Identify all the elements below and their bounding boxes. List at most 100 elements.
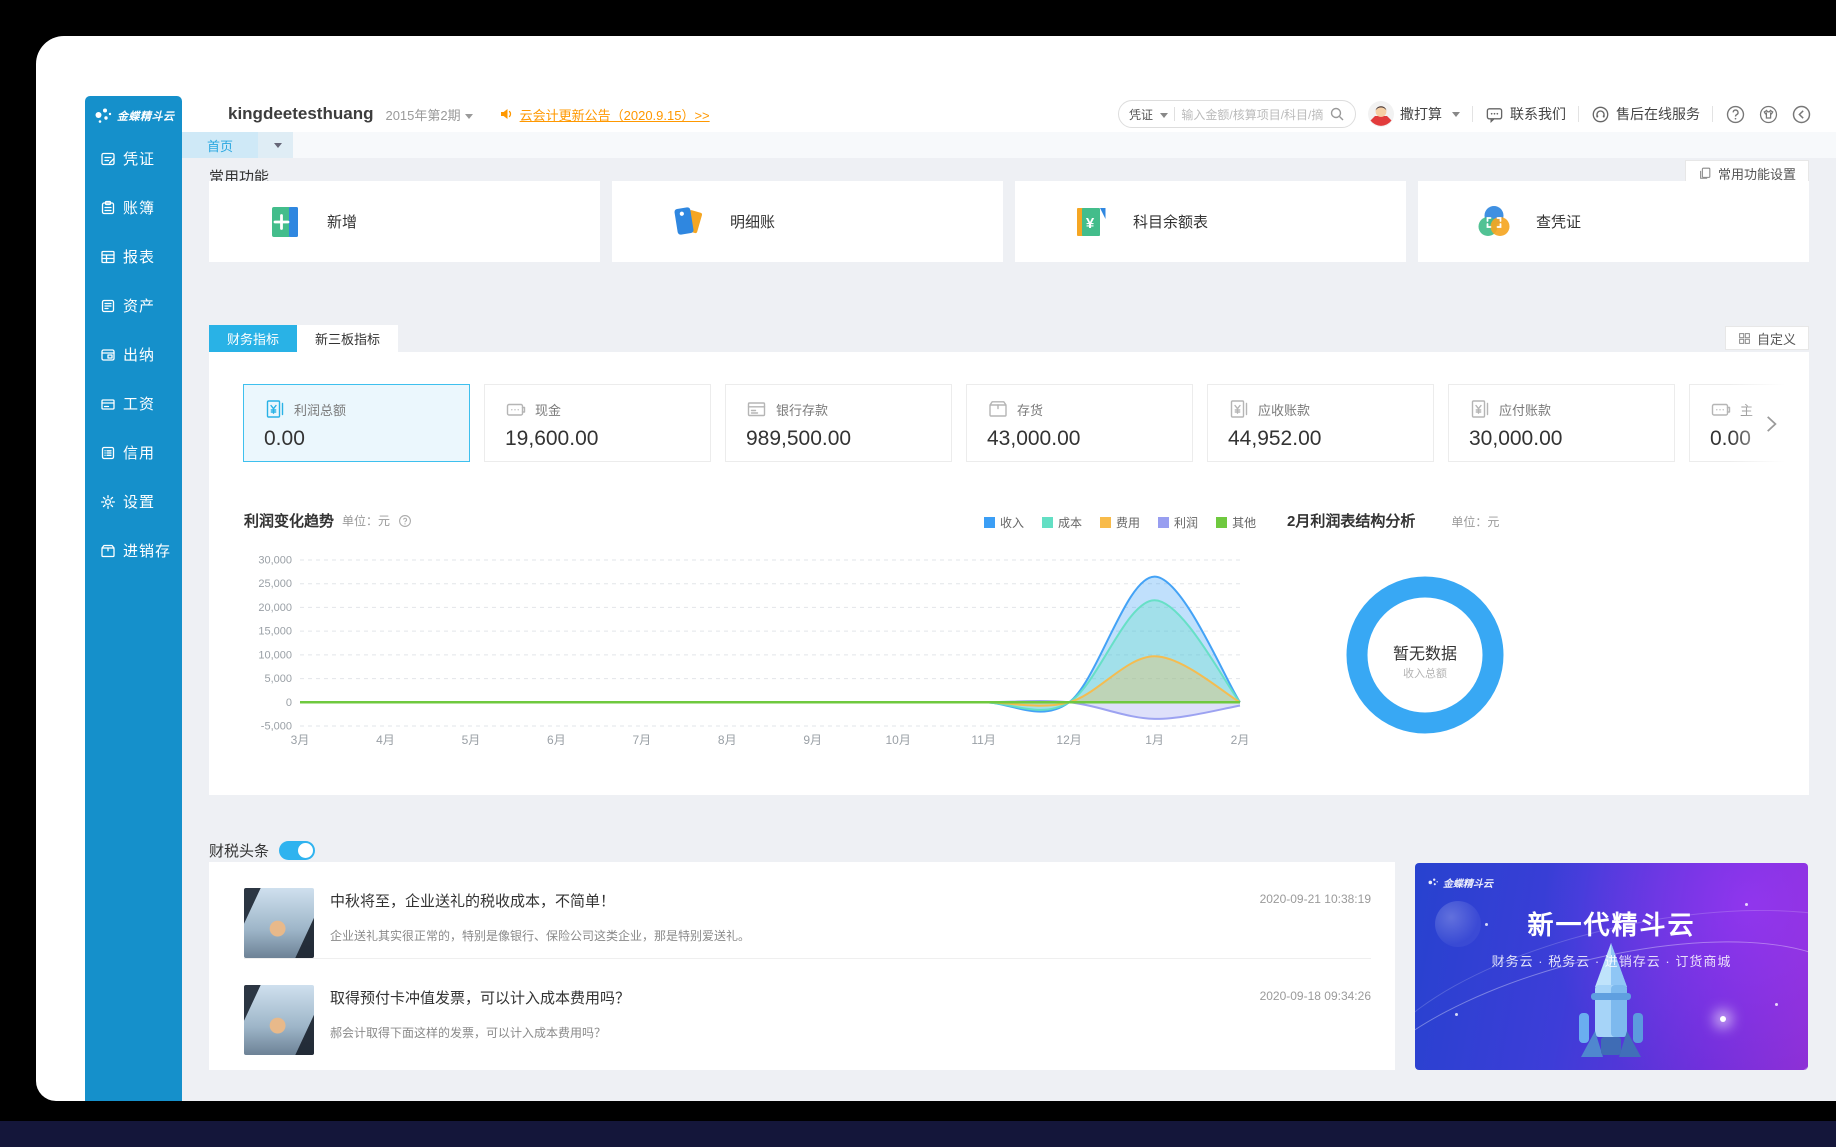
metric-label: 利润总额 [294,400,346,419]
sidebar-item-inventory[interactable]: 进销存 [85,526,182,575]
legend-item[interactable]: 成本 [1042,514,1082,531]
chevron-down-icon [1160,113,1168,118]
tab-dropdown[interactable] [258,132,293,158]
sidebar-item-payroll[interactable]: 工资 [85,379,182,428]
bottom-bar [0,1121,1836,1147]
app-logo-text: 金蝶精斗云 [117,108,175,124]
trend-chart: 30,00025,00020,00015,00010,0005,0000-5,0… [250,552,1250,752]
news-item[interactable]: 取得预付卡冲值发票，可以计入成本费用吗？ 郝会计取得下面这样的发票，可以计入成本… [209,959,1395,1055]
legend-label: 其他 [1232,514,1256,531]
quick-card-check-voucher[interactable]: 查凭证 [1418,181,1809,262]
user-menu[interactable]: 撒打算 [1368,101,1460,127]
svg-text:2月: 2月 [1231,733,1250,747]
customize-button[interactable]: 自定义 [1725,326,1809,350]
legend-item[interactable]: 利润 [1158,514,1198,531]
promo-banner[interactable]: 金蝶精斗云 新一代精斗云 财务云 · 税务云 · 进销存云 · 订货商城 [1415,863,1808,1070]
quick-card-label: 明细账 [730,211,775,232]
metric-label: 银行存款 [776,400,828,419]
quick-card-account-balance[interactable]: ¥科目余额表 [1015,181,1406,262]
svg-text:10月: 10月 [886,733,911,747]
sidebar-menu: 凭证账簿报表资产出纳工资信用设置进销存 [85,134,182,575]
chevron-down-icon [465,114,473,119]
sidebar-item-assets[interactable]: 资产 [85,281,182,330]
period-selector[interactable]: 2015年第2期 [385,105,472,124]
quick-card-label: 科目余额表 [1133,211,1208,232]
sidebar-item-settings[interactable]: 设置 [85,477,182,526]
help-icon[interactable] [1725,104,1746,125]
legend-swatch [1100,517,1111,528]
help-circle-icon[interactable] [398,514,412,528]
donut-chart-unit: 单位：元 [1451,513,1499,530]
quick-card-label: 查凭证 [1536,211,1581,232]
divider [1174,107,1175,121]
quick-card-add-voucher[interactable]: 新增 [209,181,600,262]
metric-value: 19,600.00 [505,427,710,451]
svg-text:5,000: 5,000 [264,673,292,685]
news-item-title: 取得预付卡冲值发票，可以计入成本费用吗？ [330,987,1260,1008]
sidebar-item-voucher[interactable]: 凭证 [85,134,182,183]
avatar [1368,101,1394,127]
tab-neeq-indicators[interactable]: 新三板指标 [297,325,398,352]
news-item-date: 2020-09-18 09:34:26 [1260,989,1371,1055]
legend-swatch [1158,517,1169,528]
svg-text:15,000: 15,000 [258,626,292,638]
metric-card-bank-deposit[interactable]: 银行存款 989,500.00 [725,384,952,462]
sidebar-item-label: 设置 [123,491,155,512]
legend-swatch [1216,517,1227,528]
divider [1472,106,1473,122]
main-content: 常用功能 常用功能设置 新增明细账¥科目余额表查凭证 财务指标 新三板指标 自定… [182,158,1836,1101]
sidebar-item-credit[interactable]: 信用 [85,428,182,477]
trend-chart-title: 利润变化趋势 [244,510,334,531]
tab-home[interactable]: 首页 [182,132,258,158]
metric-card-payable[interactable]: 应付账款 30,000.00 [1448,384,1675,462]
chart-legend: 收入 成本 费用 利润 其他 [984,514,1256,531]
sidebar-item-cashier[interactable]: 出纳 [85,330,182,379]
sidebar-item-reports[interactable]: 报表 [85,232,182,281]
svg-text:6月: 6月 [547,733,566,747]
svg-text:20,000: 20,000 [258,602,292,614]
news-toggle[interactable] [279,841,315,860]
legend-item[interactable]: 其他 [1216,514,1256,531]
search-category-dropdown[interactable]: 凭证 [1129,106,1168,123]
scan-icon [1476,204,1512,240]
donut-chart-header: 2月利润表结构分析 单位：元 [1287,510,1499,531]
quick-card-label: 新增 [327,211,357,232]
tab-financial-indicators[interactable]: 财务指标 [209,325,297,352]
quick-card-detail-ledger[interactable]: 明细账 [612,181,1003,262]
user-name: 撒打算 [1400,104,1442,124]
metric-card-profit-total[interactable]: 利润总额 0.00 [243,384,470,462]
donut-chart-title: 2月利润表结构分析 [1287,510,1415,531]
metric-value: 0.00 [264,427,469,451]
news-item[interactable]: 中秋将至，企业送礼的税收成本，不简单！ 企业送礼其实很正常的，特别是像银行、保险… [209,862,1395,958]
svg-text:8月: 8月 [718,733,737,747]
metric-label: 现金 [535,400,561,419]
toggle-knob [298,843,313,858]
legend-swatch [1042,517,1053,528]
aftersale-service-button[interactable]: 售后在线服务 [1591,104,1700,124]
sidebar-item-books[interactable]: 账簿 [85,183,182,232]
legend-label: 成本 [1058,514,1082,531]
payable-icon [1469,398,1491,420]
search-input[interactable]: 凭证 输入金额/核算项目/科目/摘要 [1118,100,1356,128]
svg-text:3月: 3月 [291,733,310,747]
metric-card-receivable[interactable]: 应收账款 44,952.00 [1207,384,1434,462]
search-icon[interactable] [1329,106,1345,122]
gift-shirt-icon[interactable] [1758,104,1779,125]
legend-item[interactable]: 收入 [984,514,1024,531]
next-metrics-arrow[interactable] [1759,412,1783,436]
ledger-icon [100,200,116,216]
contact-us-button[interactable]: 联系我们 [1485,104,1566,124]
receivable-icon [1228,398,1250,420]
speaker-icon [499,106,515,122]
svg-text:10,000: 10,000 [258,649,292,661]
donut-empty-label: 暂无数据 [1345,640,1505,664]
announcement[interactable]: 云会计更新公告（2020.9.15）>> [499,105,710,124]
metric-card-cash[interactable]: 现金 19,600.00 [484,384,711,462]
legend-label: 费用 [1116,514,1140,531]
metric-card-stock[interactable]: 存货 43,000.00 [966,384,1193,462]
news-item-title: 中秋将至，企业送礼的税收成本，不简单！ [330,890,1260,911]
topbar: kingdeetesthuang 2015年第2期 云会计更新公告（2020.9… [182,96,1836,132]
announcement-link[interactable]: 云会计更新公告（2020.9.15）>> [520,105,710,124]
collapse-back-icon[interactable] [1791,104,1812,125]
legend-item[interactable]: 费用 [1100,514,1140,531]
